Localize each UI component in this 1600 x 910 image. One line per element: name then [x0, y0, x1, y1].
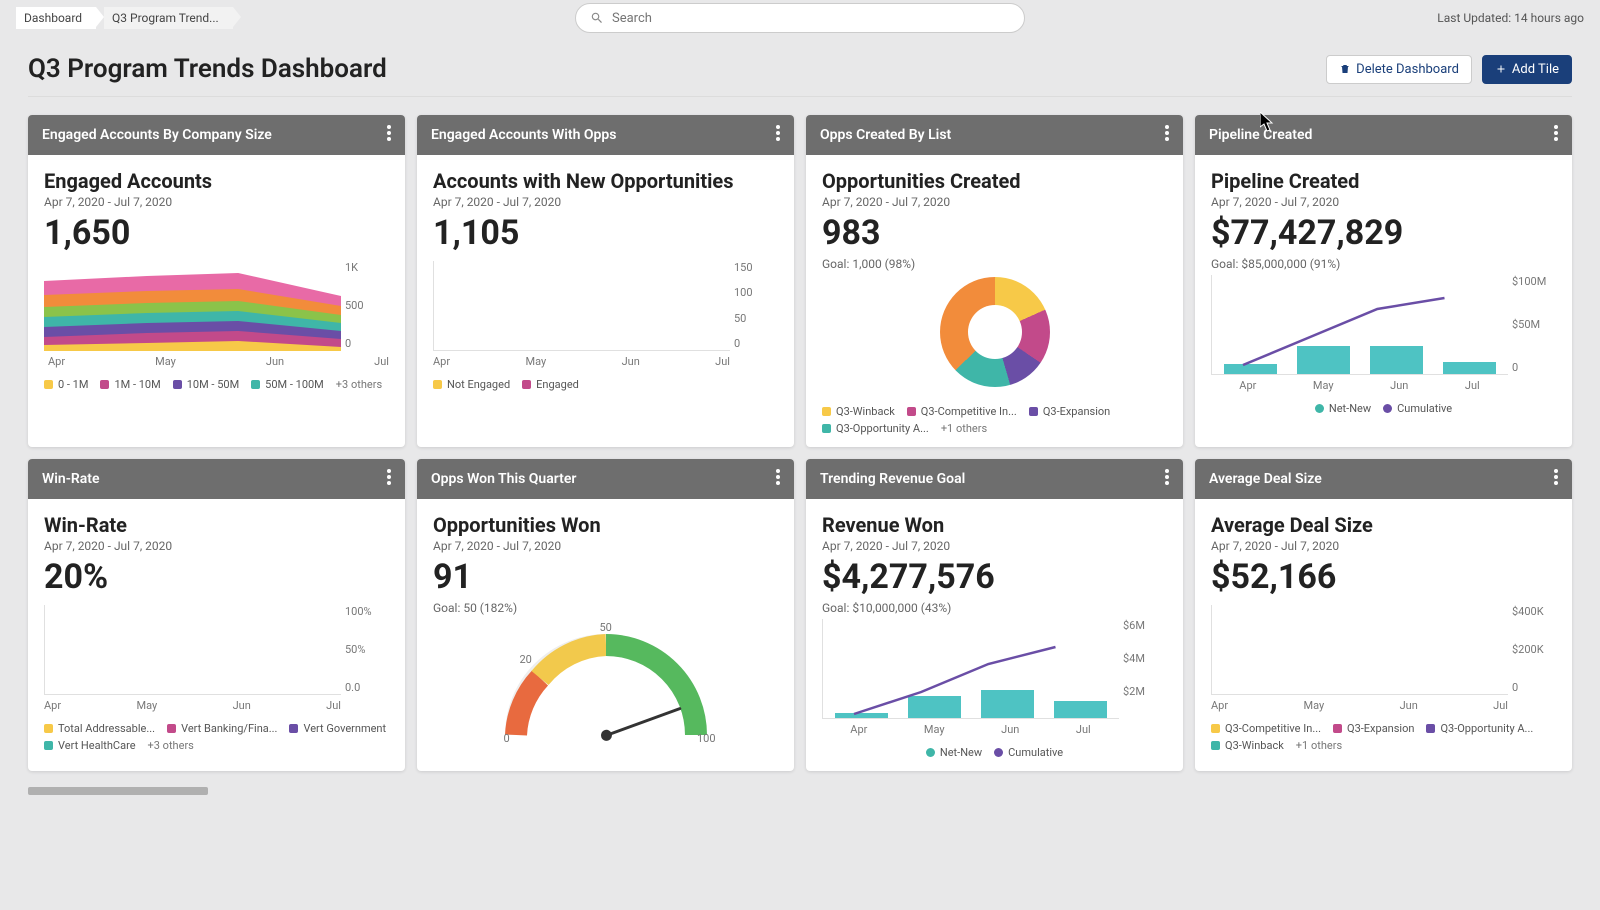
metric-goal: Goal: 50 (182%) [433, 601, 778, 615]
tile-revenue-goal: Trending Revenue Goal Revenue Won Apr 7,… [806, 459, 1183, 771]
tile-menu-button[interactable] [1165, 469, 1169, 489]
tile-menu-button[interactable] [1165, 125, 1169, 145]
legend: Q3-Competitive In... Q3-Expansion Q3-Opp… [1211, 722, 1556, 752]
donut-chart [822, 277, 1167, 387]
tile-title: Opps Won This Quarter [431, 471, 576, 487]
metric-value: 91 [433, 557, 778, 597]
metric-date: Apr 7, 2020 - Jul 7, 2020 [44, 195, 389, 209]
topbar: Dashboard Q3 Program Trend... Last Updat… [0, 0, 1600, 36]
legend: 0 - 1M 1M - 10M 10M - 50M 50M - 100M +3 … [44, 378, 389, 391]
tile-title: Engaged Accounts By Company Size [42, 127, 272, 143]
tile-pipeline: Pipeline Created Pipeline Created Apr 7,… [1195, 115, 1572, 447]
breadcrumb-current[interactable]: Q3 Program Trend... [104, 7, 233, 29]
legend: Not Engaged Engaged [433, 378, 778, 391]
metric-value: 20% [44, 557, 389, 597]
tile-opps-won: Opps Won This Quarter Opportunities Won … [417, 459, 794, 771]
metric-date: Apr 7, 2020 - Jul 7, 2020 [822, 195, 1167, 209]
tile-menu-button[interactable] [776, 469, 780, 489]
tiles-grid: Engaged Accounts By Company Size Engaged… [0, 97, 1600, 783]
metric-goal: Goal: $10,000,000 (43%) [822, 601, 1167, 615]
metric-title: Revenue Won [822, 513, 1167, 537]
metric-date: Apr 7, 2020 - Jul 7, 2020 [433, 539, 778, 553]
legend: Q3-Winback Q3-Competitive In... Q3-Expan… [822, 405, 1167, 435]
legend: Total Addressable... Vert Banking/Fina..… [44, 722, 389, 752]
stacked-bar-chart: 150100500 AprMayJunJul [433, 261, 778, 368]
combo-chart: $6M$4M$2M AprMayJunJul [822, 619, 1167, 736]
tile-engaged-opps: Engaged Accounts With Opps Accounts with… [417, 115, 794, 447]
metric-title: Opportunities Won [433, 513, 778, 537]
tile-menu-button[interactable] [1554, 125, 1558, 145]
stacked-bar-chart: 100%50%0.0 AprMayJunJul [44, 605, 389, 712]
tile-engaged-size: Engaged Accounts By Company Size Engaged… [28, 115, 405, 447]
delete-dashboard-button[interactable]: Delete Dashboard [1326, 55, 1472, 84]
tile-menu-button[interactable] [1554, 469, 1558, 489]
tile-deal-size: Average Deal Size Average Deal Size Apr … [1195, 459, 1572, 771]
gauge-chart: 0 20 50 100 [496, 625, 716, 745]
metric-title: Average Deal Size [1211, 513, 1556, 537]
metric-title: Pipeline Created [1211, 169, 1556, 193]
legend: Net-New Cumulative [822, 746, 1167, 759]
breadcrumb: Dashboard Q3 Program Trend... [16, 7, 241, 29]
metric-value: 1,650 [44, 213, 389, 253]
tile-title: Average Deal Size [1209, 471, 1322, 487]
page-header: Q3 Program Trends Dashboard Delete Dashb… [0, 36, 1600, 96]
metric-title: Engaged Accounts [44, 169, 389, 193]
metric-value: $52,166 [1211, 557, 1556, 597]
tile-menu-button[interactable] [387, 469, 391, 489]
page-title: Q3 Program Trends Dashboard [28, 54, 387, 84]
stacked-bar-chart: $400K$200K0 AprMayJunJul [1211, 605, 1556, 712]
search-input[interactable] [612, 11, 1010, 26]
tile-menu-button[interactable] [387, 125, 391, 145]
last-updated-label: Last Updated: 14 hours ago [1437, 11, 1584, 25]
scrollbar-horizontal[interactable] [28, 787, 208, 795]
metric-value: $77,427,829 [1211, 213, 1556, 253]
tile-title: Engaged Accounts With Opps [431, 127, 616, 143]
tile-title: Pipeline Created [1209, 127, 1312, 143]
search-icon [590, 11, 604, 25]
metric-date: Apr 7, 2020 - Jul 7, 2020 [433, 195, 778, 209]
tile-title: Trending Revenue Goal [820, 471, 965, 487]
add-tile-button[interactable]: Add Tile [1482, 55, 1572, 84]
metric-date: Apr 7, 2020 - Jul 7, 2020 [44, 539, 389, 553]
area-chart: 1K5000 AprMayJunJul [44, 261, 389, 368]
metric-title: Opportunities Created [822, 169, 1167, 193]
breadcrumb-root[interactable]: Dashboard [16, 7, 96, 29]
metric-goal: Goal: $85,000,000 (91%) [1211, 257, 1556, 271]
tile-title: Win-Rate [42, 471, 100, 487]
metric-value: 1,105 [433, 213, 778, 253]
legend: Net-New Cumulative [1211, 402, 1556, 415]
plus-icon [1495, 63, 1507, 75]
combo-chart: $100M$50M0 AprMayJunJul [1211, 275, 1556, 392]
metric-title: Accounts with New Opportunities [433, 169, 778, 193]
metric-date: Apr 7, 2020 - Jul 7, 2020 [1211, 539, 1556, 553]
trash-icon [1339, 63, 1351, 75]
search-input-wrap[interactable] [575, 3, 1025, 33]
tile-menu-button[interactable] [776, 125, 780, 145]
metric-title: Win-Rate [44, 513, 389, 537]
metric-date: Apr 7, 2020 - Jul 7, 2020 [822, 539, 1167, 553]
metric-value: 983 [822, 213, 1167, 253]
metric-date: Apr 7, 2020 - Jul 7, 2020 [1211, 195, 1556, 209]
tile-winrate: Win-Rate Win-Rate Apr 7, 2020 - Jul 7, 2… [28, 459, 405, 771]
tile-opps-created: Opps Created By List Opportunities Creat… [806, 115, 1183, 447]
metric-goal: Goal: 1,000 (98%) [822, 257, 1167, 271]
tile-title: Opps Created By List [820, 127, 951, 143]
metric-value: $4,277,576 [822, 557, 1167, 597]
